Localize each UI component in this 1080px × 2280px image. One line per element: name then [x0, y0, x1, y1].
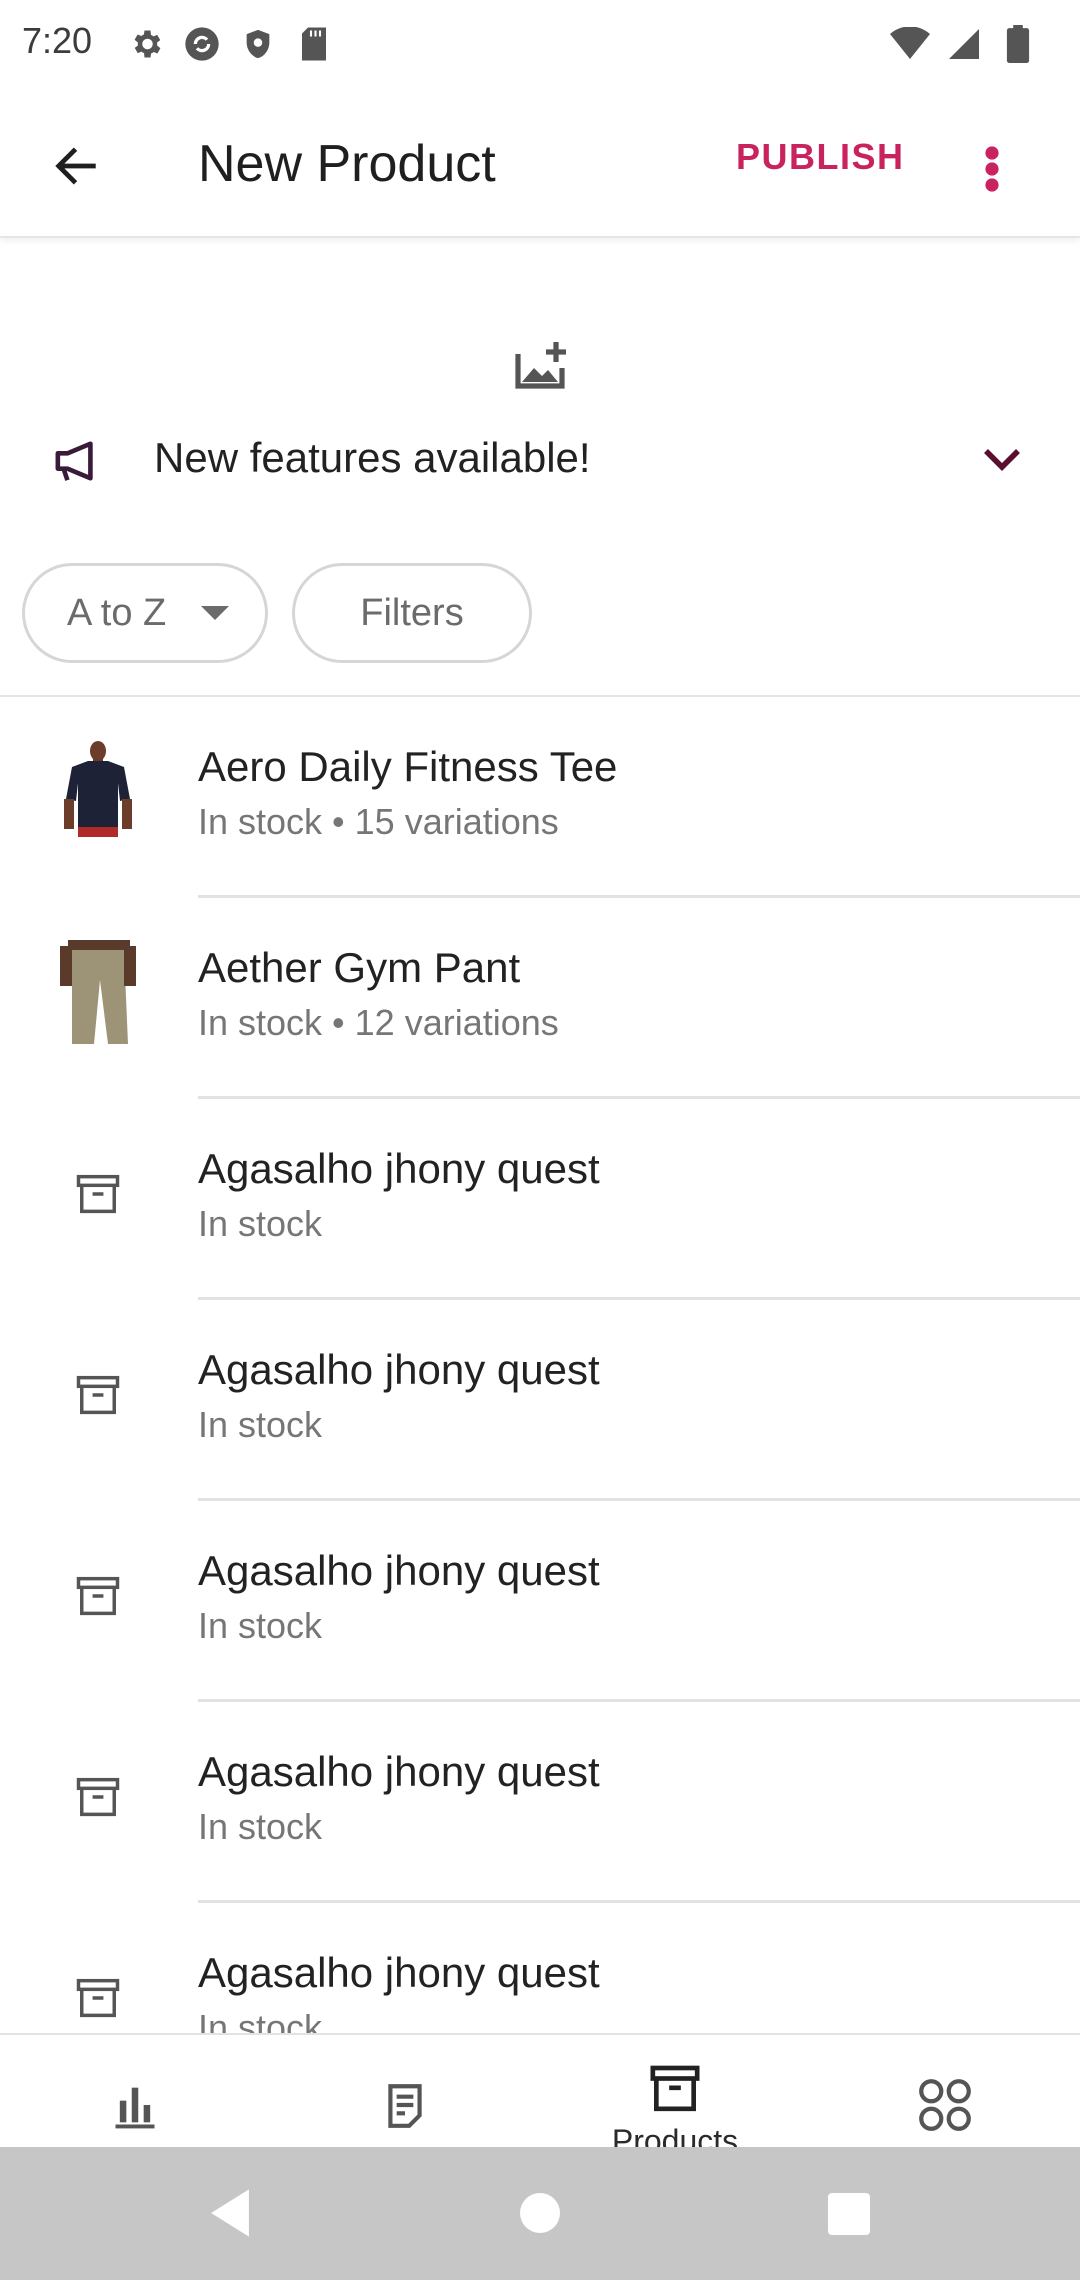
product-name: Agasalho jhony quest — [198, 1346, 600, 1393]
system-recents-icon[interactable] — [828, 2193, 870, 2235]
sort-chip[interactable]: A to Z — [22, 563, 268, 663]
list-item[interactable]: Agasalho jhony quest In stock — [0, 1501, 1080, 1702]
system-navigation-bar — [0, 2147, 1080, 2280]
app-bar: New Product PUBLISH — [0, 90, 1080, 238]
chevron-down-icon[interactable] — [978, 440, 1026, 482]
system-home-icon[interactable] — [520, 2193, 560, 2233]
nav-label: Products — [611, 2123, 739, 2147]
publish-button[interactable]: PUBLISH — [736, 136, 905, 178]
list-item[interactable]: Aero Daily Fitness Tee In stock • 15 var… — [0, 697, 1080, 898]
product-status: In stock — [198, 1404, 323, 1445]
archive-icon — [645, 2061, 705, 2117]
product-status: In stock — [198, 1806, 323, 1847]
system-back-icon[interactable] — [205, 2187, 255, 2239]
bottom-navigation: Products — [0, 2033, 1080, 2147]
bar-chart-icon — [105, 2075, 165, 2135]
more-vert-icon — [985, 146, 999, 192]
list-item[interactable]: Agasalho jhony quest In stock — [0, 1903, 1080, 2033]
more-grid-icon — [915, 2075, 975, 2135]
product-status: In stock — [198, 2007, 323, 2033]
megaphone-icon — [55, 441, 93, 481]
product-name: Aether Gym Pant — [198, 944, 521, 991]
product-name: Agasalho jhony quest — [198, 1145, 600, 1192]
product-name: Agasalho jhony quest — [198, 1748, 600, 1795]
archive-icon — [76, 1375, 120, 1415]
product-list[interactable]: Aero Daily Fitness Tee In stock • 15 var… — [0, 697, 1080, 2033]
product-thumbnail — [48, 1742, 148, 1852]
filters-chip-label: Filters — [360, 591, 464, 634]
list-item[interactable]: Agasalho jhony quest In stock — [0, 1300, 1080, 1501]
battery-icon — [996, 22, 1040, 66]
feature-announcement-banner[interactable]: New features available! — [0, 410, 1080, 510]
orders-icon — [375, 2075, 435, 2135]
archive-icon — [76, 1978, 120, 2018]
sd-card-icon — [292, 22, 336, 66]
product-status: In stock — [198, 1605, 323, 1646]
product-thumbnail — [48, 1943, 148, 2033]
product-thumbnail — [48, 737, 148, 847]
status-icons-right — [888, 22, 1040, 66]
product-thumbnail — [48, 1541, 148, 1651]
back-button[interactable] — [40, 130, 112, 202]
add-image-icon[interactable] — [514, 340, 570, 390]
shield-icon — [236, 22, 280, 66]
product-name: Agasalho jhony quest — [198, 1547, 600, 1594]
archive-icon — [76, 1777, 120, 1817]
archive-icon — [76, 1576, 120, 1616]
product-thumbnail — [48, 1340, 148, 1450]
arrow-back-icon — [55, 147, 96, 185]
list-item[interactable]: Agasalho jhony quest In stock — [0, 1099, 1080, 1300]
more-options-button[interactable] — [962, 132, 1022, 206]
nav-products[interactable]: Products — [540, 2035, 810, 2147]
sync-icon — [180, 22, 224, 66]
product-name: Agasalho jhony quest — [198, 1949, 600, 1996]
page-title: New Product — [198, 135, 496, 193]
feature-banner-text: New features available! — [154, 434, 591, 481]
status-bar: 7:20 — [0, 0, 1080, 90]
nav-more[interactable] — [810, 2035, 1080, 2147]
status-icons-left — [124, 22, 336, 66]
filters-chip[interactable]: Filters — [292, 563, 532, 663]
product-status: In stock — [198, 1203, 323, 1244]
signal-icon — [942, 22, 986, 66]
wifi-icon — [888, 22, 932, 66]
product-status: In stock • 15 variations — [198, 801, 559, 842]
settings-icon — [124, 22, 168, 66]
product-status: In stock • 12 variations — [198, 1002, 559, 1043]
pant-photo — [60, 940, 136, 1044]
product-thumbnail — [48, 938, 148, 1048]
status-time: 7:20 — [22, 20, 93, 61]
product-name: Aero Daily Fitness Tee — [198, 743, 618, 790]
nav-orders[interactable] — [270, 2035, 540, 2147]
tee-photo — [64, 741, 132, 837]
archive-icon — [76, 1174, 120, 1214]
list-item[interactable]: Aether Gym Pant In stock • 12 variations — [0, 898, 1080, 1099]
nav-dashboard[interactable] — [0, 2035, 270, 2147]
list-item[interactable]: Agasalho jhony quest In stock — [0, 1702, 1080, 1903]
dropdown-caret-icon — [201, 606, 229, 620]
product-thumbnail — [48, 1139, 148, 1249]
sort-chip-label: A to Z — [67, 591, 167, 634]
